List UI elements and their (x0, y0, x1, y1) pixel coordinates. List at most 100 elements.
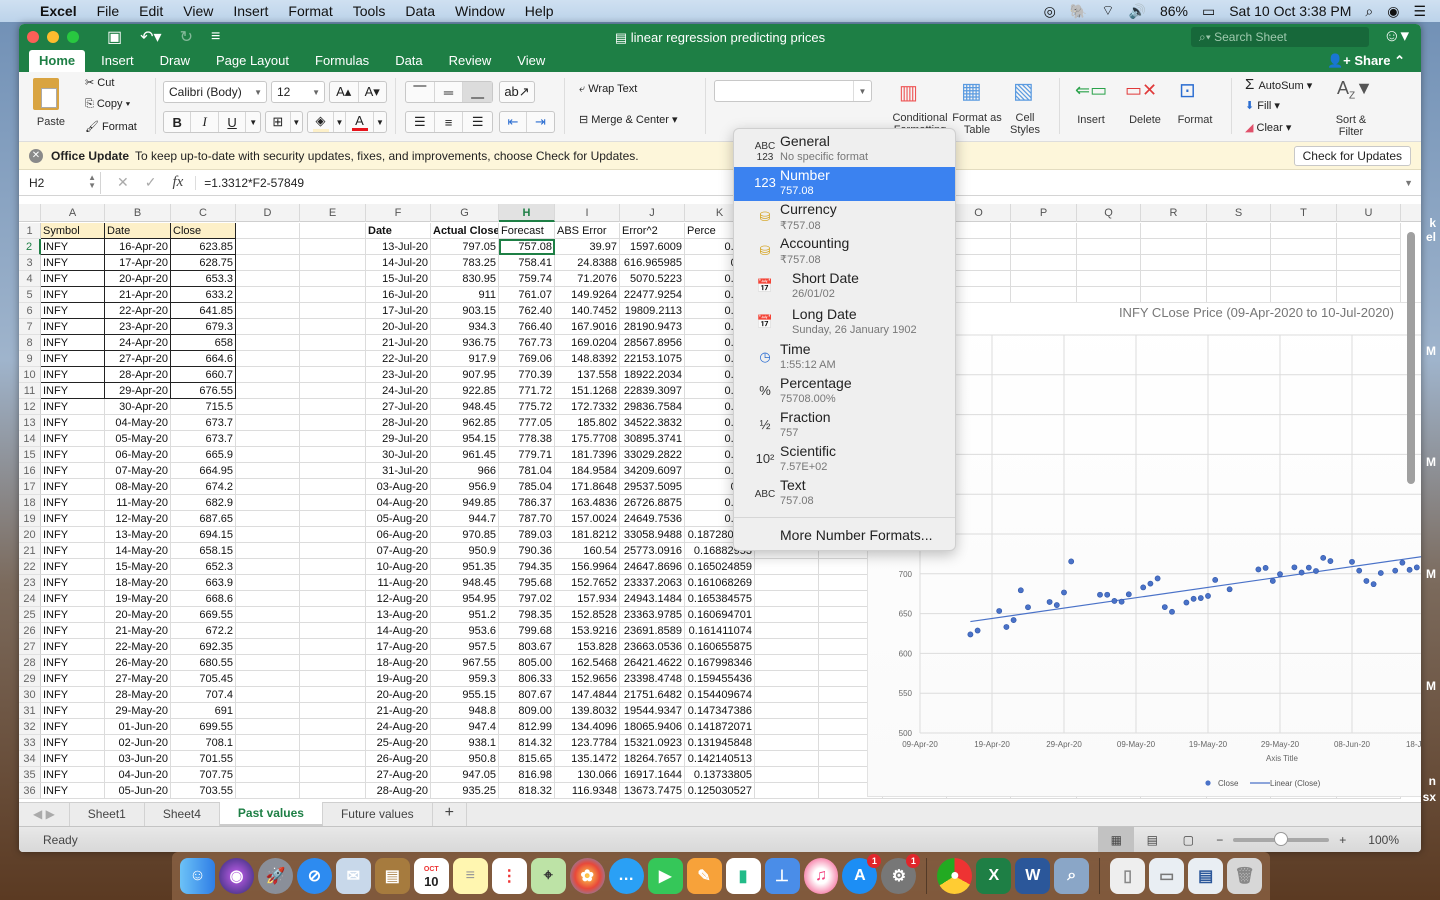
cell-date[interactable]: 17-Apr-20 (105, 255, 171, 271)
cell-forecast[interactable]: 805.00 (499, 655, 555, 671)
cell-date[interactable]: 13-May-20 (105, 527, 171, 543)
sort-filter-button[interactable]: Sort & Filter (1325, 114, 1377, 138)
cell-abs-error[interactable]: 172.7332 (555, 399, 620, 415)
cell-d[interactable] (236, 719, 300, 735)
word-doc-stack-icon[interactable]: ▤ (1188, 858, 1224, 894)
spreadsheet-grid[interactable]: ABCDEFGHIJKLMNOPQRSTU 1SymbolDateCloseDa… (19, 204, 1421, 802)
cell-symbol[interactable]: INFY (41, 479, 105, 495)
clear-button[interactable]: ◢ Clear ▾ (1245, 121, 1291, 134)
cell-error-squared[interactable]: 18264.7657 (620, 751, 685, 767)
cell-close[interactable]: 658.15 (171, 543, 236, 559)
facetime-icon[interactable]: ▶ (647, 858, 683, 894)
cell-abs-error[interactable]: 152.8528 (555, 607, 620, 623)
cell-d[interactable] (236, 703, 300, 719)
cell-close[interactable]: 663.9 (171, 575, 236, 591)
cell-q[interactable] (1077, 239, 1141, 255)
cell-actual-close[interactable]: 948.45 (431, 399, 499, 415)
cell-u[interactable] (1337, 255, 1401, 271)
cell-actual-close[interactable]: 935.25 (431, 783, 499, 799)
cell-error-squared[interactable]: 33029.2822 (620, 447, 685, 463)
cell-symbol[interactable]: INFY (41, 783, 105, 799)
format-cells-button[interactable]: Format (1173, 114, 1217, 126)
keynote-icon[interactable]: ⊥ (764, 858, 800, 894)
cell-error-squared[interactable]: 22477.9254 (620, 287, 685, 303)
cell-forecast[interactable]: 816.98 (499, 767, 555, 783)
row-header[interactable]: 2 (19, 239, 41, 255)
cell-forecast[interactable]: 809.00 (499, 703, 555, 719)
itunes-icon[interactable]: ♫ (803, 858, 839, 894)
underline-icon[interactable]: U (219, 112, 247, 132)
sort-filter-icon[interactable]: AZ▼ (1337, 78, 1373, 102)
number-format-option-scientific[interactable]: 10² Scientific 7.57E+02 (734, 443, 955, 477)
cell-forecast[interactable]: 778.38 (499, 431, 555, 447)
cell-forecast-date[interactable]: 04-Aug-20 (366, 495, 431, 511)
cell-e[interactable] (300, 527, 366, 543)
cell-d[interactable] (236, 223, 300, 239)
cell-d[interactable] (236, 639, 300, 655)
contacts-icon[interactable]: ▤ (374, 858, 410, 894)
cell-forecast-date[interactable]: 17-Jul-20 (366, 303, 431, 319)
cell-date[interactable]: 27-May-20 (105, 671, 171, 687)
cell-symbol[interactable]: INFY (41, 543, 105, 559)
cell-error-squared[interactable]: 34209.6097 (620, 463, 685, 479)
cell-forecast-date[interactable]: 13-Aug-20 (366, 607, 431, 623)
cell-forecast[interactable]: 806.33 (499, 671, 555, 687)
tab-data[interactable]: Data (385, 50, 432, 72)
cell-symbol[interactable]: INFY (41, 431, 105, 447)
format-as-table-icon[interactable]: ▦ (961, 78, 982, 104)
cell-e[interactable] (300, 687, 366, 703)
column-header-i[interactable]: I (555, 204, 620, 222)
cell-abs-error[interactable]: 134.4096 (555, 719, 620, 735)
cell-forecast-date[interactable]: 30-Jul-20 (366, 447, 431, 463)
cell-d[interactable] (236, 591, 300, 607)
cell-close[interactable]: 633.2 (171, 287, 236, 303)
cell-error-squared[interactable]: 26421.4622 (620, 655, 685, 671)
cell-error-squared[interactable]: 28190.9473 (620, 319, 685, 335)
cell-date[interactable]: 04-Jun-20 (105, 767, 171, 783)
cell-date[interactable]: 23-Apr-20 (105, 319, 171, 335)
row-header[interactable]: 25 (19, 607, 41, 623)
number-format-select[interactable]: ▼ (714, 80, 872, 102)
cell-d[interactable] (236, 351, 300, 367)
cell-date[interactable]: 14-May-20 (105, 543, 171, 559)
cell-forecast-date[interactable]: 27-Jul-20 (366, 399, 431, 415)
column-header-f[interactable]: F (366, 204, 431, 222)
increase-font-size-icon[interactable]: A▴ (330, 82, 359, 102)
close-window-button[interactable] (27, 31, 39, 43)
column-header-s[interactable]: S (1207, 204, 1271, 222)
cell-close[interactable]: 692.35 (171, 639, 236, 655)
document-stack-icon[interactable]: ▯ (1110, 858, 1146, 894)
cell-forecast-date[interactable]: 24-Jul-20 (366, 383, 431, 399)
cell-abs-error[interactable]: 156.9964 (555, 559, 620, 575)
column-header-q[interactable]: Q (1077, 204, 1141, 222)
cell-close[interactable]: 703.55 (171, 783, 236, 799)
merge-center-button[interactable]: ⊟ Merge & Center ▾ (579, 113, 678, 126)
sheet-tab-sheet1[interactable]: Sheet1 (70, 803, 145, 826)
cell-actual-close[interactable]: 951.35 (431, 559, 499, 575)
cell-e[interactable] (300, 751, 366, 767)
cell-s[interactable] (1207, 239, 1271, 255)
fill-button[interactable]: ⬇ Fill ▾ (1245, 99, 1280, 112)
sheet-tab-past-values[interactable]: Past values (219, 802, 323, 826)
cell-d[interactable] (236, 655, 300, 671)
cell-l[interactable] (755, 687, 819, 703)
cell-actual-close[interactable]: 944.7 (431, 511, 499, 527)
cell-t[interactable] (1271, 223, 1337, 239)
cell-d[interactable] (236, 287, 300, 303)
chevron-down-icon[interactable]: ▼ (246, 112, 260, 132)
name-box[interactable]: H2 ▲ ▼ (19, 171, 101, 194)
row-header[interactable]: 17 (19, 479, 41, 495)
row-header[interactable]: 27 (19, 639, 41, 655)
cell-forecast[interactable]: 785.04 (499, 479, 555, 495)
customize-toolbar-icon[interactable]: ≡ (211, 28, 220, 46)
cell-l[interactable] (755, 607, 819, 623)
align-right-icon[interactable]: ☰ (463, 112, 492, 132)
cell-u[interactable] (1337, 239, 1401, 255)
messages-icon[interactable]: … (608, 858, 644, 894)
cell-error-squared[interactable]: 616.965985 (620, 255, 685, 271)
cell-forecast[interactable]: 779.71 (499, 447, 555, 463)
cell-e[interactable] (300, 703, 366, 719)
page-layout-view-icon[interactable]: ▤ (1134, 833, 1170, 847)
row-header[interactable]: 23 (19, 575, 41, 591)
cell-error-squared[interactable]: 22839.3097 (620, 383, 685, 399)
